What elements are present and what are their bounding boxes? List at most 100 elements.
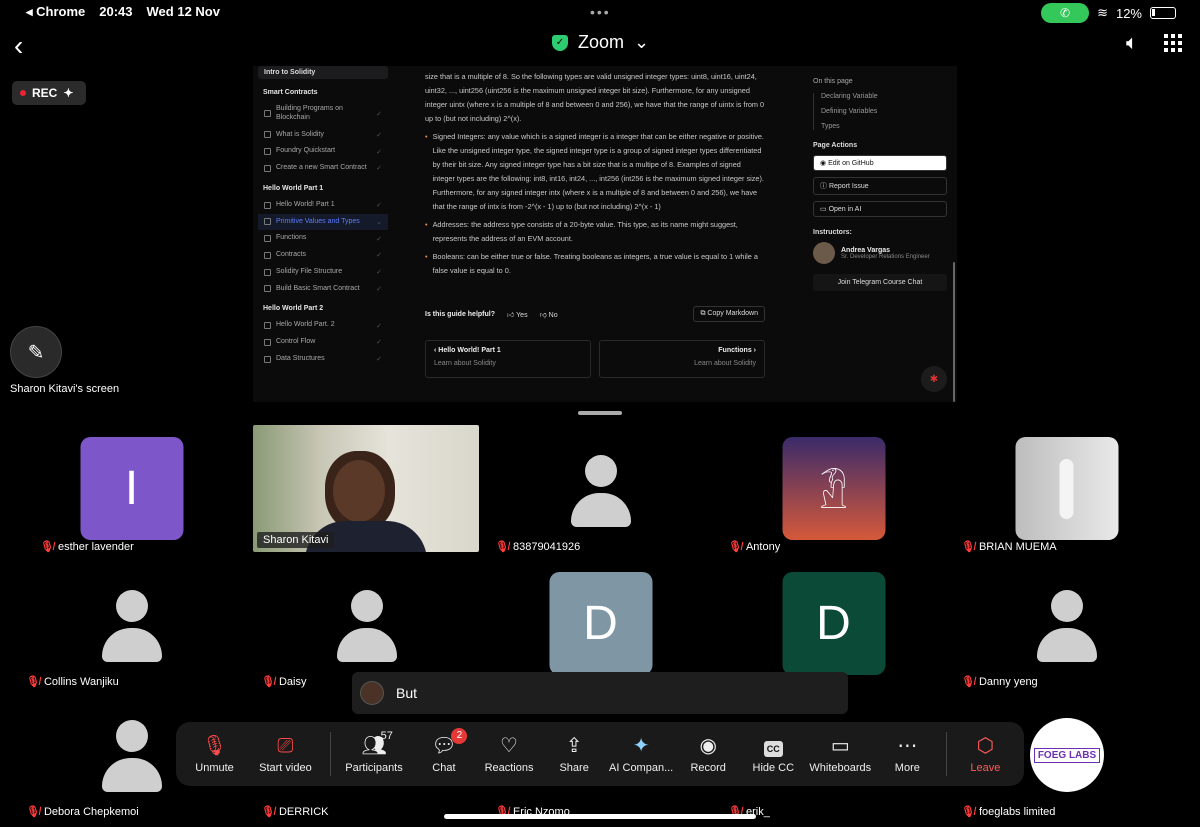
muted-mic-icon: 🎙︎̸ — [728, 541, 742, 553]
resize-handle[interactable] — [578, 411, 622, 415]
shield-icon: ✓ — [552, 34, 568, 51]
join-telegram-button[interactable]: Join Telegram Course Chat — [813, 274, 947, 291]
divider — [945, 732, 947, 776]
sparkle-icon: ✦ — [63, 86, 74, 100]
toc-item[interactable]: Defining Variables — [821, 108, 953, 115]
lesson-item-active[interactable]: Primitive Values and Types ⌄ — [258, 213, 388, 231]
speaker-icon[interactable]: 🔈︎ — [1126, 32, 1138, 55]
toc-item[interactable]: Declaring Variable — [821, 93, 953, 100]
ai-companion-button[interactable]: ✦ AI Compan... — [607, 734, 676, 774]
whiteboards-button[interactable]: ▭ Whiteboards — [806, 734, 875, 774]
lesson-item[interactable]: Solidity File Structure ✓ — [258, 264, 388, 281]
meeting-title[interactable]: ✓ Zoom ⌄ — [552, 32, 649, 53]
chat-button[interactable]: 💬︎ 2 Chat — [411, 728, 476, 774]
back-chevron-icon[interactable]: ‹ — [14, 30, 23, 62]
default-avatar-icon — [100, 590, 164, 664]
annotate-pen-icon[interactable]: ✎ — [10, 326, 62, 378]
section-title: Hello World Part 1 — [263, 184, 324, 192]
page-actions-heading: Page Actions — [813, 142, 858, 149]
multitasking-dots[interactable]: ••• — [590, 4, 611, 20]
lesson-item[interactable]: Foundry Quickstart ✓ — [258, 143, 388, 160]
participant-video[interactable]: Sharon Kitavi — [253, 425, 479, 552]
lesson-item[interactable]: Hello World Part. 2 ✓ — [258, 317, 388, 334]
leave-button[interactable]: ⬡ Leave — [953, 734, 1018, 774]
lesson-item[interactable]: Build Basic Smart Contract ✓ — [258, 281, 388, 298]
avatar — [360, 681, 384, 705]
home-indicator[interactable] — [444, 814, 756, 819]
default-avatar-icon — [100, 720, 164, 794]
scrollbar[interactable] — [953, 262, 955, 402]
shared-screen[interactable]: Intro to Solidity Smart Contracts Buildi… — [253, 66, 957, 402]
record-button[interactable]: ◉ Record — [676, 734, 741, 774]
more-button[interactable]: ⋯ More — [875, 734, 940, 774]
course-title[interactable]: Intro to Solidity — [258, 66, 388, 79]
help-bubble-icon[interactable]: ✱ — [921, 366, 947, 392]
participants-icon: 👥︎ — [361, 735, 387, 757]
lesson-item[interactable]: Data Structures ✓ — [258, 351, 388, 368]
participant-tile[interactable]: 🎙︎̸ Danny yeng — [949, 566, 1184, 696]
lesson-item[interactable]: What is Solidity ✓ — [258, 127, 388, 144]
bullet-booleans: Booleans: can be either true or false. T… — [432, 252, 758, 275]
screen-share-label: Sharon Kitavi's screen — [10, 383, 120, 395]
feedback-question: Is this guide helpful? — [425, 310, 495, 318]
lesson-item[interactable]: Building Programs on Blockchain ✓ — [258, 101, 388, 127]
recording-indicator[interactable]: REC ✦ — [12, 81, 86, 105]
open-in-ai-button[interactable]: ▭ Open in AI — [813, 201, 947, 217]
lesson-item[interactable]: Create a new Smart Contract ✓ — [258, 160, 388, 177]
muted-mic-icon: 🎙︎̸ — [961, 541, 975, 553]
default-avatar-icon — [335, 590, 399, 664]
participant-tile[interactable]: 🎙︎̸ BRIAN MUEMA — [949, 431, 1184, 561]
instructor-card: Andrea Vargas Sr. Developer Relations En… — [813, 242, 953, 264]
toc-item[interactable]: Types — [821, 123, 953, 130]
copy-markdown-button[interactable]: ⧉ Copy Markdown — [693, 306, 765, 322]
copy-icon: ⧉ — [700, 310, 706, 317]
hide-cc-button[interactable]: CC Hide CC — [741, 734, 806, 774]
record-icon: ◉ — [699, 735, 717, 757]
participants-button[interactable]: 👥︎ 57 Participants — [337, 730, 412, 774]
muted-mic-icon: 🎙︎̸ — [40, 541, 54, 553]
participant-tile[interactable]: 🎙︎̸ 83879041926 — [483, 431, 718, 561]
participant-tile[interactable]: 𓁟 🎙︎̸ Antony — [716, 431, 951, 561]
status-bar: ◂ Chrome 20:43 Wed 12 Nov ••• ✆ ≋ 12% — [0, 0, 1200, 24]
start-video-button[interactable]: ⎚ Start video — [247, 734, 324, 774]
participant-name: Debora Chepkemoi — [43, 805, 139, 818]
phone-icon: ✆ — [1060, 6, 1071, 20]
reactions-button[interactable]: ♡ Reactions — [476, 734, 541, 774]
participant-name: esther lavender — [57, 540, 134, 553]
lesson-item[interactable]: Contracts ✓ — [258, 247, 388, 264]
participant-tile[interactable]: 🎙︎̸ Collins Wanjiku — [14, 566, 249, 696]
participant-tile[interactable]: I 🎙︎̸ esther lavender — [14, 431, 249, 561]
muted-mic-icon: 🎙︎̸ — [26, 806, 40, 818]
chat-preview-popup[interactable]: But — [352, 672, 848, 714]
record-dot-icon — [20, 90, 26, 96]
sparkle-icon: ✦ — [632, 735, 650, 757]
muted-mic-icon: 🎙︎̸ — [961, 806, 975, 818]
chat-icon: ▭ — [820, 206, 827, 213]
more-icon: ⋯ — [897, 735, 918, 757]
yes-button[interactable]: 👍︎ Yes — [507, 310, 528, 319]
thumbs-up-icon: 👍︎ — [507, 311, 515, 319]
leave-icon: ⬡ — [976, 735, 995, 757]
lesson-item[interactable]: Hello World! Part 1 ✓ — [258, 197, 388, 214]
share-screen-icon: ⇪ — [565, 735, 583, 757]
whiteboard-icon: ▭ — [830, 735, 850, 757]
prev-page-card[interactable]: ‹ Hello World! Part 1 Learn about Solidi… — [425, 340, 591, 378]
next-page-card[interactable]: Functions › Learn about Solidity — [599, 340, 765, 378]
share-button[interactable]: ⇪ Share — [542, 734, 607, 774]
paragraph: size that is a multiple of 8. So the fol… — [425, 72, 765, 123]
gallery-view-icon[interactable] — [1164, 34, 1182, 52]
unmute-button[interactable]: 🎙︎ Unmute — [182, 734, 247, 774]
participant-name: Danny yeng — [978, 675, 1038, 688]
participant-name: Collins Wanjiku — [43, 675, 119, 688]
lesson-item[interactable]: Functions ✓ — [258, 230, 388, 247]
report-issue-button[interactable]: ⓘ Report Issue — [813, 177, 947, 195]
call-indicator[interactable]: ✆ — [1041, 3, 1090, 23]
lesson-item[interactable]: Control Flow ✓ — [258, 334, 388, 351]
date: Wed 12 Nov — [146, 4, 220, 19]
edit-on-github-button[interactable]: ◉ Edit on GitHub — [813, 155, 947, 171]
back-to-app[interactable]: ◂ Chrome — [26, 4, 85, 20]
no-button[interactable]: 👎︎ No — [540, 310, 558, 319]
participant-name: BRIAN MUEMA — [978, 540, 1057, 553]
foeglabs-logo: FOEG LABS — [1030, 718, 1104, 792]
pagination: ‹ Hello World! Part 1 Learn about Solidi… — [425, 340, 765, 378]
